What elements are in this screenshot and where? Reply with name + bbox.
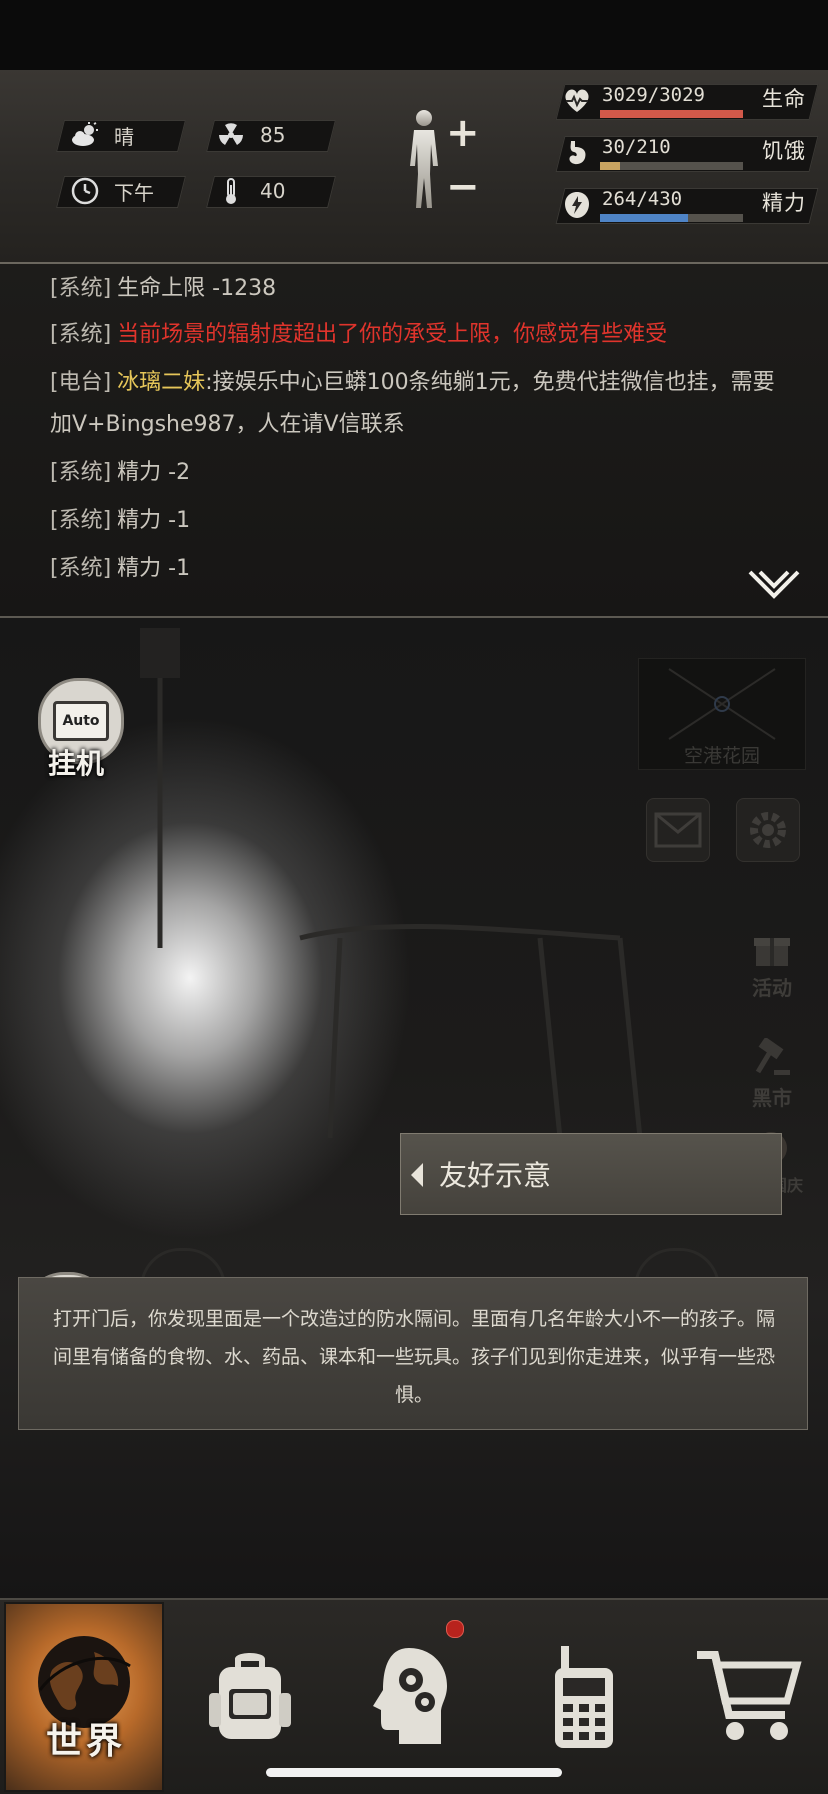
nav-world-label: 世界 (45, 1721, 126, 1762)
time-label: 下午 (114, 180, 154, 205)
energy-value: 264/430 (602, 188, 683, 210)
status-panel: 晴 85 下午 40 + − 3029/3029 生命 30/210 饥饿 26… (0, 70, 828, 264)
log-line: [系统] 精力 -2 (50, 460, 191, 485)
nav-backpack[interactable] (170, 1602, 330, 1792)
scene-view: Auto 挂机 空港花园 活动 黑市 中秋国庆 回家 任务 回家 (0, 618, 828, 1598)
message-log[interactable]: [系统] 生命上限 -1238 [系统] 当前场景的辐射度超出了你的承受上限，你感觉… (0, 264, 828, 618)
log-line: 加V+Bingshe987，人在请V信联系 (50, 412, 405, 437)
hunger-bar-fill (600, 162, 621, 170)
nav-world[interactable]: 世界 (4, 1602, 164, 1792)
minimap-location: 空港花园 (683, 745, 760, 767)
activity-button[interactable]: 活动 (742, 928, 802, 1001)
double-chevron-down-icon[interactable] (746, 568, 802, 608)
heart-pulse-icon (562, 86, 592, 116)
activity-label: 活动 (752, 976, 792, 1000)
gear-icon (750, 812, 786, 848)
clock-icon (70, 176, 100, 206)
hunger-bar (600, 162, 743, 170)
mail-icon (654, 812, 702, 848)
description-text: 打开门后，你发现里面是一个改造过的防水隔间。里面有几名年龄大小不一的孩子。隔间里… (52, 1308, 775, 1406)
energy-bar (600, 214, 743, 222)
auto-label: 挂机 (48, 747, 105, 780)
energy-icon (562, 190, 592, 220)
walkie-talkie-icon (555, 1646, 613, 1748)
head-gears-icon (373, 1648, 447, 1744)
thermometer-icon (216, 176, 246, 206)
hunger-value: 30/210 (602, 136, 671, 158)
temperature-value: 40 (260, 179, 286, 203)
log-line: [系统] 精力 -1 (50, 508, 191, 533)
stomach-icon (562, 138, 592, 168)
black-market-button[interactable]: 黑市 (742, 1036, 802, 1111)
log-line: [系统] 精力 -1 (50, 556, 191, 581)
log-line: [系统] 生命上限 -1238 (50, 276, 277, 301)
radio-sender-name[interactable]: 冰璃二妹 (117, 370, 205, 395)
radiation-value: 85 (260, 123, 286, 147)
bottom-nav: 世界 (0, 1598, 828, 1794)
cloudy-sun-icon (70, 120, 100, 150)
minimap[interactable]: 空港花园 (638, 658, 806, 770)
log-line: [电台] 冰璃二妹:接娱乐中心巨蟒100条纯躺1元，免费代挂微信也挂，需要 (50, 370, 775, 395)
home-indicator[interactable] (266, 1768, 562, 1777)
gavel-icon (755, 1036, 790, 1075)
caret-left-icon (411, 1163, 423, 1187)
health-label: 生命 (762, 87, 806, 111)
notification-badge (446, 1620, 464, 1638)
auto-badge: Auto (53, 701, 109, 741)
log-line: [系统] 当前场景的辐射度超出了你的承受上限，你感觉有些难受 (50, 322, 668, 347)
body-minus-icon[interactable]: − (446, 164, 480, 210)
nav-radio[interactable] (504, 1602, 664, 1792)
nav-skills[interactable] (334, 1602, 494, 1792)
gift-icon (754, 938, 790, 966)
health-bar-fill (600, 110, 743, 118)
action-label: 友好示意 (439, 1159, 552, 1192)
energy-bar-fill (600, 214, 688, 222)
event-description: 打开门后，你发现里面是一个改造过的防水隔间。里面有几名年龄大小不一的孩子。隔间里… (18, 1277, 808, 1430)
cart-icon (697, 1651, 802, 1740)
weather-label: 晴 (114, 124, 134, 149)
black-market-label: 黑市 (752, 1086, 792, 1110)
health-value: 3029/3029 (602, 84, 705, 106)
body-plus-icon[interactable]: + (446, 110, 480, 156)
friendly-gesture-button[interactable]: 友好示意 (400, 1133, 782, 1215)
health-bar (600, 110, 743, 118)
backpack-icon (209, 1653, 291, 1739)
energy-label: 精力 (762, 191, 806, 215)
nav-shop[interactable] (668, 1602, 828, 1792)
mail-button[interactable] (646, 798, 710, 862)
hunger-label: 饥饿 (762, 139, 806, 163)
radiation-icon (216, 120, 246, 150)
settings-button[interactable] (736, 798, 800, 862)
